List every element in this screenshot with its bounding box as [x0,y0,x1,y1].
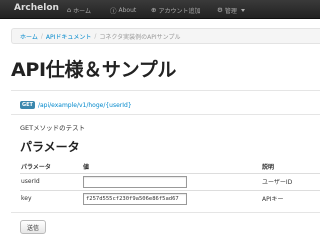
endpoint: GET /api/example/v1/hoge/{userId} [20,101,132,109]
nav-item-admin[interactable]: ⚙ 管理 [217,5,245,15]
gear-icon: ⚙ [217,6,223,14]
param-name: key [20,189,82,207]
table-header-row: パラメータ 値 説明 [20,161,320,174]
endpoint-path[interactable]: /api/example/v1/hoge/{userId} [38,102,132,109]
params-table: パラメータ 値 説明 userId ユーザーID key APIキー [20,161,320,207]
top-navbar: Archelon ⌂ ホーム ⓘ About ⊕ アカウント追加 ⚙ 管理 [0,0,320,19]
column-header-description: 説明 [261,161,320,174]
endpoint-description: GETメソッドのテスト [20,124,86,132]
userid-input[interactable] [83,175,187,188]
column-header-value: 値 [82,161,261,174]
table-row: userId ユーザーID [20,172,320,190]
nav-item-label: 管理 [224,7,237,15]
param-value-cell [82,189,261,207]
breadcrumb-home[interactable]: ホーム [20,32,38,41]
info-icon: ⓘ [110,7,117,15]
param-value-cell [82,172,261,190]
page-title: API仕様＆サンプル [11,59,177,81]
nav-item-label: About [118,6,137,14]
divider [11,90,320,91]
breadcrumb: ホーム / APIドキュメント / コネクタ実装例のAPIサンプル [11,28,320,44]
key-input[interactable] [83,192,187,205]
param-name: userId [20,172,82,190]
nav-item-add-account[interactable]: ⊕ アカウント追加 [151,5,200,15]
breadcrumb-separator: / [94,32,97,40]
method-badge: GET [20,101,35,109]
param-description: ユーザーID [261,172,320,190]
breadcrumb-current: コネクタ実装例のAPIサンプル [99,33,181,41]
nav-item-about[interactable]: ⓘ About [110,5,137,16]
nav-item-label: アカウント追加 [158,7,201,15]
column-header-param: パラメータ [20,161,82,174]
nav-item-label: ホーム [73,7,91,15]
divider [11,114,320,115]
params-heading: パラメータ [20,140,80,154]
table-row: key APIキー [20,189,320,207]
caret-down-icon [240,8,245,12]
plus-icon: ⊕ [151,6,157,14]
home-icon: ⌂ [67,6,72,14]
param-description: APIキー [261,189,320,207]
nav-item-home[interactable]: ⌂ ホーム [67,5,91,15]
breadcrumb-docs[interactable]: APIドキュメント [46,32,92,41]
divider [11,212,320,213]
brand-logo[interactable]: Archelon [14,3,59,13]
submit-button[interactable]: 送信 [20,220,46,234]
breadcrumb-separator: / [40,32,43,40]
